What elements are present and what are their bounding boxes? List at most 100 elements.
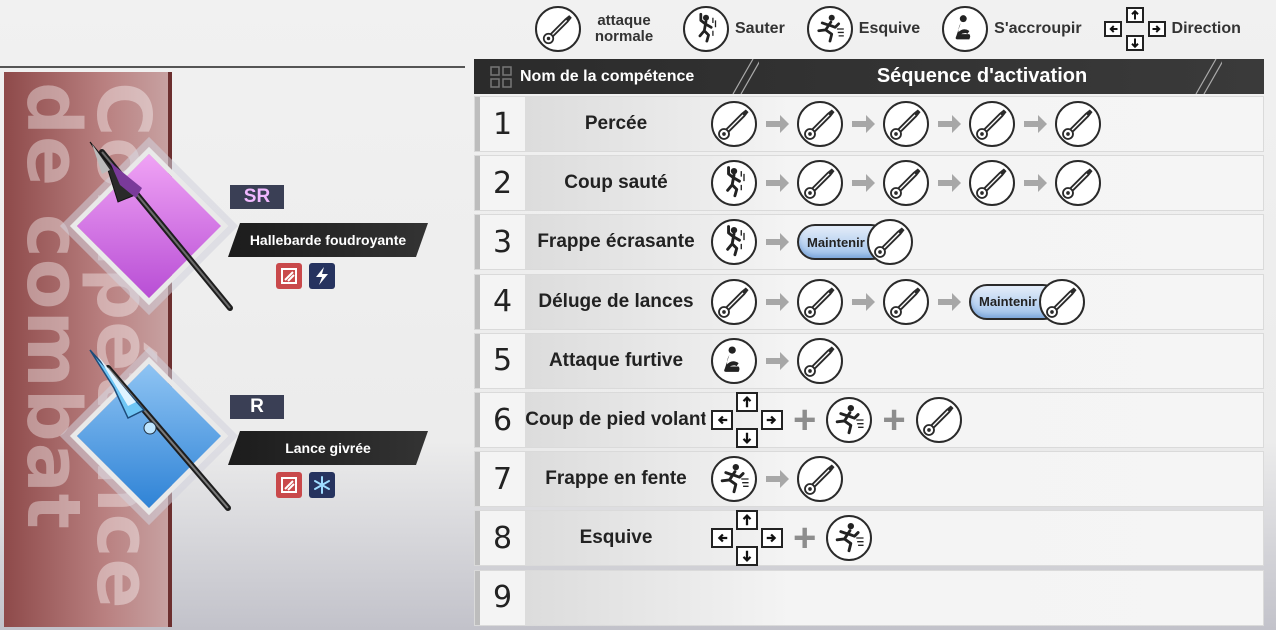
skill-name (525, 570, 707, 625)
activation-sequence: + + (711, 392, 962, 448)
legend-crouch: S'accroupir (942, 6, 1082, 52)
arrow-left-key-icon (1103, 21, 1122, 37)
sword-attack-icon (797, 456, 843, 503)
hold-attack: Maintenir (969, 278, 1085, 325)
arrow-right-icon (766, 115, 789, 133)
legend-direction: Direction (1103, 7, 1241, 51)
direction-keys-icon (711, 510, 783, 567)
header-slash (1195, 59, 1222, 94)
skill-number: 7 (475, 452, 525, 507)
skill-number: 2 (475, 156, 525, 211)
arrow-right-icon (1024, 174, 1047, 193)
table-row: 8 Esquive + (474, 510, 1264, 567)
arrow-right-icon (938, 174, 961, 193)
arrow-down-key-icon (736, 428, 758, 448)
activation-sequence (711, 160, 1101, 207)
table-row: 6 Coup de pied volant + + (474, 392, 1264, 448)
skill-name: Frappe écrasante (525, 215, 707, 270)
skill-number: 6 (475, 393, 525, 447)
rarity-badge-r: R (230, 395, 284, 419)
arrow-right-icon (852, 115, 875, 133)
activation-sequence (711, 101, 1101, 147)
dodge-icon (826, 515, 873, 562)
header-sequence: Séquence d'activation (876, 65, 1088, 87)
sword-attack-icon (1039, 278, 1085, 325)
table-row: 1 Percée (474, 96, 1264, 152)
sword-attack-icon (867, 219, 913, 266)
header-slash (732, 59, 759, 94)
sword-attack-icon (1055, 101, 1101, 147)
arrow-right-icon (766, 233, 789, 252)
skill-name: Attaque furtive (525, 333, 707, 388)
skill-number: 5 (475, 333, 525, 388)
halberd-icon (89, 141, 233, 311)
skill-name: Frappe en fente (525, 452, 707, 507)
dodge-icon (711, 456, 757, 503)
skill-name: Coup sauté (525, 156, 707, 211)
legend-jump: Sauter (683, 6, 785, 52)
table-row: 9 (474, 569, 1264, 626)
arrow-up-key-icon (1125, 7, 1144, 23)
arrow-right-icon (766, 292, 789, 311)
table-row: 7 Frappe en fente (474, 451, 1264, 508)
activation-sequence: + (711, 510, 873, 567)
legend-attack: attaque normale (535, 6, 661, 52)
legend-crouch-label: S'accroupir (994, 19, 1082, 37)
legend-dodge-label: Esquive (858, 19, 921, 37)
table-row: 4 Déluge de lances Maintenir (474, 273, 1264, 330)
sword-attack-icon (797, 160, 843, 207)
sword-attack-icon (883, 278, 929, 325)
table-row: 2 Coup sauté (474, 155, 1264, 212)
arrow-right-icon (766, 470, 789, 489)
sword-attack-icon (883, 101, 929, 147)
arrow-right-icon (852, 174, 875, 193)
sword-attack-icon (969, 160, 1015, 207)
arrow-right-key-icon (1147, 21, 1166, 37)
skill-number: 1 (475, 97, 525, 151)
crouch-icon (711, 337, 757, 384)
legend-jump-label: Sauter (735, 19, 785, 37)
grid-icon (490, 65, 512, 88)
sword-attack-icon (1055, 160, 1101, 207)
direction-keys-icon (1103, 7, 1166, 51)
sword-attack-icon (969, 101, 1015, 147)
activation-sequence: Maintenir (711, 219, 913, 266)
sword-attack-icon (797, 337, 843, 384)
sword-attack-icon (915, 397, 962, 443)
arrow-right-icon (1024, 115, 1047, 133)
table-header: Nom de la compétence Séquence d'activati… (474, 59, 1264, 94)
skill-number: 4 (475, 274, 525, 329)
dodge-icon (826, 397, 873, 443)
arrow-up-key-icon (736, 392, 758, 412)
skill-name: Coup de pied volant (525, 393, 707, 447)
skill-table: Nom de la compétence Séquence d'activati… (474, 59, 1264, 626)
direction-keys-icon (711, 392, 783, 448)
jump-icon (711, 219, 757, 266)
arrow-left-key-icon (711, 528, 733, 549)
arrow-right-icon (938, 292, 961, 311)
arrow-right-key-icon (761, 528, 783, 549)
controls-legend: attaque normale Sauter Esquive S'accroup… (535, 4, 1241, 54)
header-skill-name: Nom de la compétence (520, 67, 695, 85)
jump-icon (683, 6, 729, 52)
skill-name: Déluge de lances (525, 274, 707, 329)
table-row: 3 Frappe écrasante Maintenir (474, 214, 1264, 271)
arrow-right-icon (938, 115, 961, 133)
sword-attack-icon (797, 278, 843, 325)
arrow-down-key-icon (1125, 35, 1144, 51)
sword-attack-icon (711, 278, 757, 325)
skill-name: Percée (525, 97, 707, 151)
arrow-right-icon (852, 292, 875, 311)
table-row: 5 Attaque furtive (474, 332, 1264, 389)
activation-sequence: Maintenir (711, 278, 1085, 325)
sword-attack-icon (535, 6, 581, 52)
skill-name: Esquive (525, 511, 707, 566)
plus-icon: + (793, 516, 817, 561)
jump-icon (711, 160, 757, 207)
weapon-name-frost-spear: Lance givrée (228, 431, 428, 465)
sword-attack-icon (883, 160, 929, 207)
sword-attack-icon (797, 101, 843, 147)
arrow-left-key-icon (711, 410, 733, 430)
frost-spear-icon (89, 349, 231, 511)
weapon-name-halberd: Hallebarde foudroyante (228, 223, 428, 257)
